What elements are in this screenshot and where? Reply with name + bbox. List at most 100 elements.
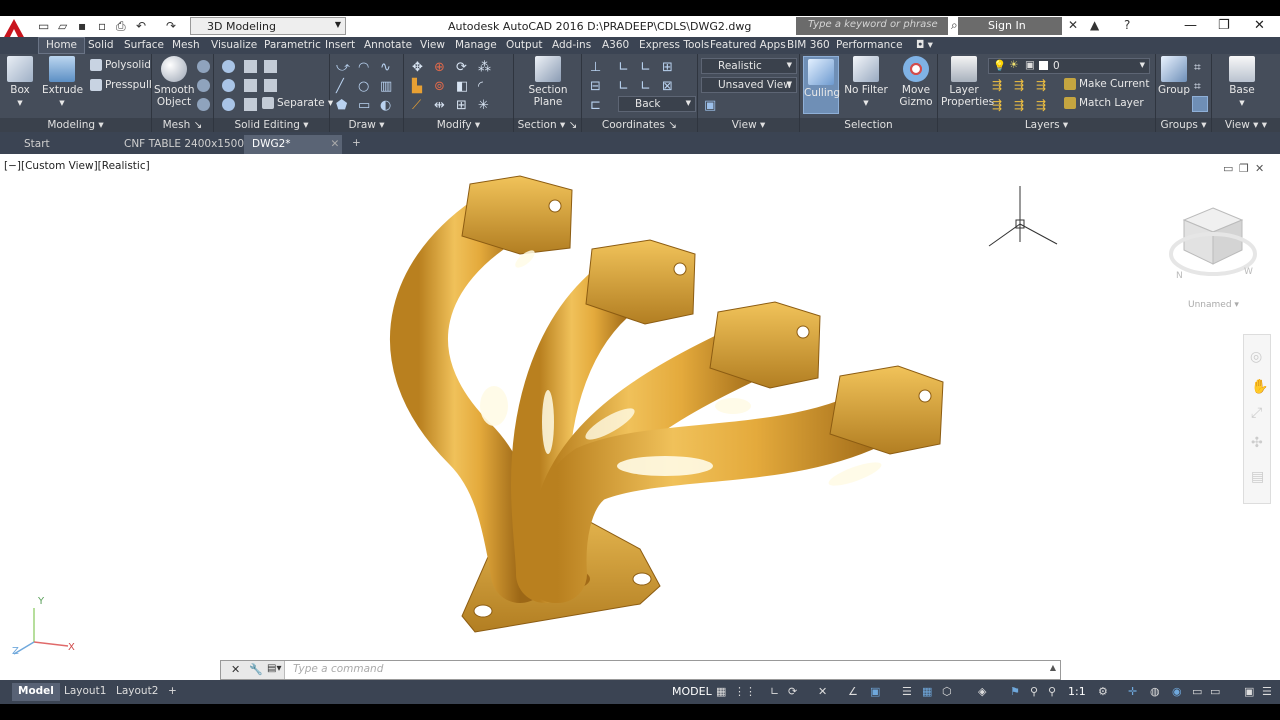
rotate-icon[interactable]: ⟳: [456, 60, 469, 75]
ucs-world-icon[interactable]: ∟: [618, 60, 631, 75]
subtract-icon[interactable]: [222, 79, 235, 92]
print-icon[interactable]: ⎙: [116, 19, 126, 35]
modify-panel-label[interactable]: Modify ▾: [404, 118, 513, 132]
draw-panel-label[interactable]: Draw ▾: [330, 118, 403, 132]
selection-filter-icon[interactable]: ⚲: [1030, 685, 1043, 698]
annotation-scale[interactable]: 1:1: [1068, 685, 1092, 698]
viewcube-ucs-menu[interactable]: Unnamed ▾: [1188, 300, 1239, 310]
gizmo-icon[interactable]: ⚲: [1048, 685, 1061, 698]
fillet-edges-icon[interactable]: [264, 79, 277, 92]
separate-button[interactable]: Separate ▾: [262, 97, 333, 109]
spline-icon[interactable]: ∿: [380, 60, 393, 75]
tab-manage[interactable]: Manage: [455, 39, 497, 51]
polysolid-button[interactable]: Polysolid: [90, 59, 151, 71]
hardware-acceleration-icon[interactable]: ◉: [1172, 685, 1185, 698]
group-edit-icon[interactable]: ⌗: [1194, 79, 1207, 93]
mirror-icon[interactable]: ◧: [456, 79, 469, 94]
section-panel-label[interactable]: Section ▾ ↘: [514, 118, 581, 132]
doc-tab-start[interactable]: Start: [16, 135, 112, 154]
tab-express-tools[interactable]: Express Tools: [639, 39, 709, 51]
tab-mesh[interactable]: Mesh: [172, 39, 200, 51]
line-icon[interactable]: ╱: [336, 79, 349, 94]
presspull-button[interactable]: Presspull: [90, 79, 152, 91]
mesh-sphere-icon[interactable]: [197, 60, 210, 73]
ucs-view-icon[interactable]: ⊟: [590, 79, 603, 94]
match-layer-button[interactable]: Match Layer: [1064, 97, 1144, 109]
recent-commands-icon[interactable]: ▤▾: [267, 663, 281, 674]
clean-screen-icon[interactable]: ▭: [1192, 685, 1205, 698]
tab-annotate[interactable]: Annotate: [364, 39, 412, 51]
interfere-icon[interactable]: [244, 98, 257, 111]
ucs-icon[interactable]: ⊥: [590, 60, 603, 75]
saved-view-dropdown[interactable]: Unsaved View ▼: [701, 77, 797, 93]
group-button[interactable]: Group: [1158, 56, 1190, 96]
intersect-icon[interactable]: [222, 98, 235, 111]
mesh-refine-icon[interactable]: [197, 79, 210, 92]
tab-view[interactable]: View: [420, 39, 445, 51]
help-icon[interactable]: ?: [1124, 18, 1130, 32]
slice-icon[interactable]: [244, 79, 257, 92]
tab-surface[interactable]: Surface: [124, 39, 164, 51]
make-current-button[interactable]: Make Current: [1064, 78, 1149, 90]
mesh-crease-icon[interactable]: [197, 98, 210, 111]
tab-add-ins[interactable]: Add-ins: [552, 39, 591, 51]
tab-featured-apps[interactable]: Featured Apps: [710, 39, 786, 51]
sign-in-button[interactable]: Sign In: [958, 17, 1062, 35]
polyline-icon[interactable]: ⤻: [336, 60, 350, 75]
solid-editing-panel-label[interactable]: Solid Editing ▾: [214, 118, 329, 132]
minimize-icon[interactable]: —: [1184, 18, 1197, 33]
move-gizmo-button[interactable]: Move Gizmo: [896, 56, 936, 108]
tab-visualize[interactable]: Visualize: [211, 39, 257, 51]
layer-lock-icon[interactable]: ⇶: [992, 98, 1005, 112]
crosshair-icon[interactable]: ✛: [1128, 685, 1141, 698]
lineweight-icon[interactable]: ☰: [902, 685, 915, 698]
ribbon-minimize-icon[interactable]: ◘ ▾: [916, 39, 933, 51]
group-selection-icon[interactable]: [1192, 96, 1208, 112]
snap-icon[interactable]: ⋮⋮: [734, 685, 756, 698]
3d-object-snap-icon[interactable]: ◈: [978, 685, 991, 698]
ucs-3point-icon[interactable]: ⊠: [662, 79, 675, 94]
dynamic-ucs-icon[interactable]: ⚑: [1010, 685, 1023, 698]
tab-layout2[interactable]: Layout2: [110, 683, 164, 701]
customization-icon[interactable]: ☰: [1262, 685, 1275, 698]
doc-tab-dwg2[interactable]: DWG2* ✕: [244, 135, 342, 154]
redo-icon[interactable]: ↷: [166, 19, 176, 35]
coordinates-panel-label[interactable]: Coordinates ↘: [582, 118, 697, 132]
tab-bim-360[interactable]: BIM 360: [787, 39, 830, 51]
ortho-icon[interactable]: ∟: [770, 685, 783, 698]
tab-insert[interactable]: Insert: [325, 39, 355, 51]
showmotion-icon[interactable]: ▤: [1251, 469, 1264, 485]
ucs-x-icon[interactable]: ∟: [640, 60, 653, 75]
tab-parametric[interactable]: Parametric: [264, 39, 321, 51]
save-as-icon[interactable]: ▫: [98, 19, 106, 35]
rectangle-icon[interactable]: ▭: [358, 98, 371, 113]
tab-output[interactable]: Output: [506, 39, 542, 51]
hatch-icon[interactable]: ▥: [380, 79, 393, 94]
orbit-icon[interactable]: ✣: [1251, 435, 1263, 451]
fullscreen-icon[interactable]: ▣: [1244, 685, 1257, 698]
grid-icon[interactable]: ▦: [716, 685, 729, 698]
view-direction-dropdown[interactable]: Back ▼: [618, 96, 696, 112]
groups-panel-label[interactable]: Groups ▾: [1156, 118, 1211, 132]
exchange-apps-icon[interactable]: ✕: [1068, 18, 1078, 32]
drawing-viewport[interactable]: [−][Custom View][Realistic] ▭ ❐ ✕ N W Un…: [0, 154, 1280, 680]
workspace-select[interactable]: 3D Modeling ▼: [190, 17, 346, 35]
culling-button[interactable]: Culling: [803, 56, 840, 114]
view-panel-label[interactable]: View ▾: [698, 118, 799, 132]
arc-icon[interactable]: ◠: [358, 60, 371, 75]
union-icon[interactable]: [222, 60, 235, 73]
layer-isolate-icon[interactable]: ⇶: [1014, 78, 1027, 92]
region-icon[interactable]: ◐: [380, 98, 393, 113]
restore-icon[interactable]: ❐: [1218, 18, 1230, 33]
tab-home[interactable]: Home: [38, 37, 86, 54]
zoom-icon[interactable]: ⤢: [1251, 405, 1262, 421]
gear-icon[interactable]: ⚙: [1098, 685, 1111, 698]
isolate-objects-icon[interactable]: ◍: [1150, 685, 1163, 698]
polar-icon[interactable]: ⟳: [788, 685, 801, 698]
chevron-up-icon[interactable]: ▲: [1050, 663, 1056, 672]
smooth-object-button[interactable]: Smooth Object: [154, 56, 195, 108]
command-input[interactable]: Type a command: [293, 663, 383, 675]
layer-freeze-icon[interactable]: ⇶: [1036, 78, 1049, 92]
polygon-icon[interactable]: ⬟: [336, 98, 349, 113]
scale-icon[interactable]: ⟋: [412, 98, 425, 113]
